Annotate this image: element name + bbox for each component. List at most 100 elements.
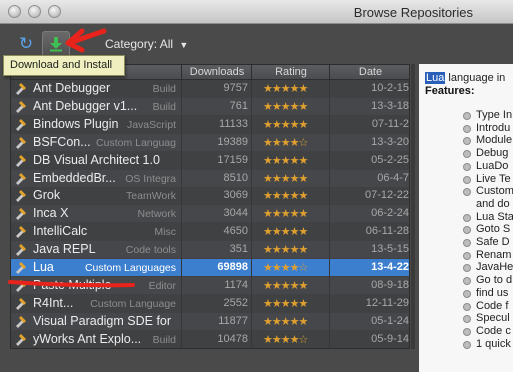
description-panel: Lua language in Features: Type In Introdu…: [419, 64, 513, 372]
table-row[interactable]: Ant Debugger Build 9757 ★★★★★ 10-2-15: [11, 80, 409, 97]
annotation-underline: [8, 280, 135, 288]
table-row[interactable]: BSFCon... Custom Languag 19389 ★★★★☆ 13-3-20: [11, 133, 409, 151]
bullet-icon: [463, 175, 471, 184]
plugin-date: 12-11-29: [365, 296, 409, 309]
plugin-name: Visual Paradigm SDE for: [33, 313, 172, 328]
bullet-icon: [463, 150, 471, 159]
plugin-icon: [16, 154, 26, 167]
plugin-date: 05-2-25: [371, 153, 409, 166]
plugin-downloads: 2552: [223, 296, 248, 309]
rating-stars: ★★★★★: [263, 208, 308, 221]
plugin-icon: [16, 100, 26, 113]
table-row[interactable]: Grok TeamWork 3069 ★★★★★ 07-12-22: [11, 187, 409, 204]
table-row[interactable]: Bindows Plugin JavaScript 11133 ★★★★★ 07-11-…: [11, 116, 409, 133]
zoom-window-button[interactable]: [48, 5, 61, 18]
plugin-category: Code tools: [125, 244, 176, 257]
bullet-icon: [463, 213, 471, 222]
plugin-name: Lua: [33, 260, 54, 274]
plugin-name: Ant Debugger v1...: [33, 98, 138, 113]
minimize-window-button[interactable]: [28, 5, 41, 18]
plugin-downloads: 11133: [219, 117, 248, 130]
plugin-icon: [16, 244, 26, 257]
column-divider: [181, 80, 182, 348]
description-heading: Lua language in: [425, 72, 506, 84]
plugin-downloads: 3044: [223, 207, 248, 220]
title-bar: Browse Repositories: [0, 0, 513, 24]
rating-stars: ★★★★★: [263, 83, 308, 95]
bullet-icon: [463, 162, 471, 171]
header-divider: [251, 65, 252, 80]
table-row[interactable]: Inca X Network 3044 ★★★★★ 06-2-24: [11, 205, 409, 223]
plugins-table: Downloads Rating Date Ant Debugger Build 9…: [10, 64, 410, 349]
tooltip: Download and Install: [3, 55, 125, 76]
plugin-icon: [16, 190, 26, 203]
plugin-name: IntelliCalc: [33, 224, 88, 239]
plugin-icon: [16, 136, 26, 149]
plugin-category: Build: [152, 100, 176, 113]
rating-stars: ★★★★★: [263, 279, 308, 292]
rating-stars: ★★★★★: [263, 297, 308, 310]
table-scrollbar[interactable]: [411, 64, 415, 349]
plugin-category: Network: [137, 208, 176, 221]
features-label: Features:: [425, 85, 475, 97]
plugin-name: Ant Debugger: [33, 81, 111, 95]
table-row[interactable]: Ant Debugger v1... Build 761 ★★★★★ 13-3-18: [11, 97, 409, 115]
chevron-down-icon: ▼: [179, 40, 189, 50]
bullet-icon: [463, 251, 471, 260]
column-divider: [251, 80, 252, 348]
rating-stars: ★★★★★: [263, 100, 308, 113]
table-row[interactable]: IntelliCalc Misc 4650 ★★★★★ 06-11-28: [11, 223, 409, 240]
table-row[interactable]: R4Int... Custom Language 2552 ★★★★★ 12-11-29: [11, 295, 409, 312]
plugin-name: Java REPL: [33, 242, 96, 257]
header-divider: [181, 65, 182, 80]
plugin-name: Grok: [33, 188, 61, 203]
plugin-name: R4Int...: [33, 295, 74, 310]
refresh-icon[interactable]: ↻: [15, 33, 37, 55]
plugin-category: Build: [152, 83, 176, 95]
bullet-icon: [463, 277, 471, 286]
plugin-icon: [16, 208, 26, 221]
table-row[interactable]: Visual Paradigm SDE for 11877 ★★★★★ 05-1-24: [11, 312, 409, 330]
table-row[interactable]: EmbeddedBr... OS Integra 8510 ★★★★★ 06-4-7: [11, 169, 409, 187]
column-header-date[interactable]: Date: [330, 66, 409, 78]
table-row[interactable]: yWorks Ant Explo... Build 10478 ★★★★☆ 05-9-1…: [11, 331, 409, 348]
plugin-date: 07-11-2: [371, 117, 409, 130]
window-title: Browse Repositories: [353, 5, 473, 20]
plugin-category: Misc: [154, 226, 176, 239]
bullet-icon: [463, 327, 471, 336]
plugin-date: 13-4-22: [371, 261, 409, 273]
plugin-date: 13-3-18: [371, 99, 409, 112]
plugin-name: EmbeddedBr...: [33, 170, 116, 185]
header-divider: [329, 65, 330, 80]
plugin-category: TeamWork: [126, 190, 176, 203]
category-dropdown[interactable]: Category: All ▼: [105, 37, 188, 51]
plugin-name: BSFCon...: [33, 134, 91, 149]
plugin-date: 06-2-24: [371, 207, 409, 220]
rating-stars: ★★★★★: [263, 315, 308, 328]
plugin-icon: [16, 83, 26, 95]
rating-stars: ★★★★★: [263, 154, 308, 167]
column-header-rating[interactable]: Rating: [252, 66, 330, 78]
bottom-bar: [0, 349, 419, 372]
plugin-name: Bindows Plugin: [33, 116, 119, 131]
table-row[interactable]: DB Visual Architect 1.0 17159 ★★★★★ 05-2-25: [11, 152, 409, 169]
plugin-category: Custom Languages: [84, 262, 176, 274]
column-header-downloads[interactable]: Downloads: [182, 66, 252, 78]
column-divider: [329, 80, 330, 348]
bullet-icon: [463, 289, 471, 298]
bullet-icon: [463, 264, 471, 273]
table-row[interactable]: Java REPL Code tools 351 ★★★★★ 13-5-15: [11, 241, 409, 259]
rating-stars: ★★★★★: [263, 118, 308, 131]
plugin-downloads: 17159: [217, 153, 248, 166]
plugin-category: Custom Language: [90, 297, 176, 310]
rating-stars: ★★★★☆: [263, 262, 308, 274]
bullet-icon: [463, 340, 471, 349]
plugin-category: Editor: [148, 279, 176, 292]
plugin-icon: [16, 297, 26, 310]
close-window-button[interactable]: [8, 5, 21, 18]
table-row[interactable]: Lua Custom Languages 69898 ★★★★☆ 13-4-22: [11, 259, 409, 276]
plugin-name: yWorks Ant Explo...: [33, 331, 142, 346]
bullet-icon: [463, 124, 471, 133]
plugin-downloads: 3069: [223, 189, 248, 202]
plugin-date: 06-11-28: [365, 225, 409, 238]
